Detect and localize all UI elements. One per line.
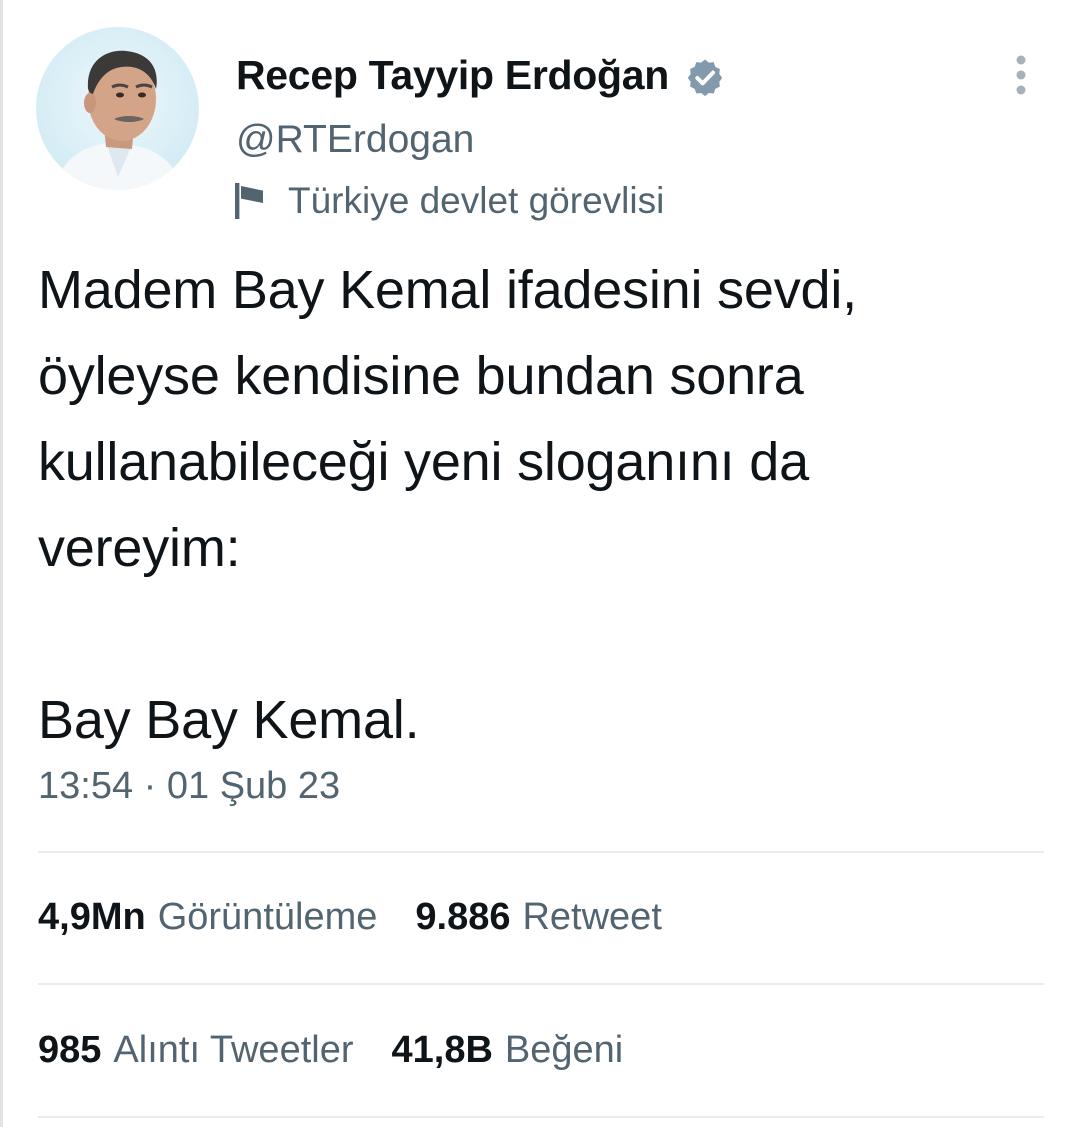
account-label-text: Türkiye devlet görevlisi bbox=[288, 180, 665, 221]
display-name-text: Recep Tayyip Erdoğan bbox=[236, 52, 669, 98]
likes-label: Beğeni bbox=[504, 1029, 624, 1071]
divider bbox=[38, 851, 1044, 853]
divider bbox=[38, 983, 1044, 985]
retweets-stat[interactable]: 9.886 Retweet bbox=[415, 896, 662, 939]
quotes-label: Alıntı Tweetler bbox=[113, 1029, 354, 1071]
views-stat[interactable]: 4,9Mn Görüntüleme bbox=[38, 896, 377, 939]
retweets-label: Retweet bbox=[522, 896, 662, 938]
views-label: Görüntüleme bbox=[157, 896, 378, 938]
views-count: 4,9Mn bbox=[38, 896, 146, 938]
display-name[interactable]: Recep Tayyip Erdoğan bbox=[236, 52, 725, 99]
avatar[interactable] bbox=[36, 27, 199, 190]
tweet-text: Madem Bay Kemal ifadesini sevdi, öyleyse… bbox=[38, 260, 857, 750]
tweet-detail: Recep Tayyip Erdoğan @RTErdogan Türkiye … bbox=[0, 0, 1080, 1127]
account-label[interactable]: Türkiye devlet görevlisi bbox=[232, 180, 664, 222]
quotes-count: 985 bbox=[38, 1029, 102, 1071]
flag-icon bbox=[235, 183, 263, 219]
left-border bbox=[0, 0, 3, 1127]
more-vertical-icon[interactable] bbox=[1004, 52, 1038, 98]
verified-badge-icon bbox=[687, 59, 723, 96]
stats-row-1: 4,9Mn Görüntüleme 9.886 Retweet bbox=[38, 896, 700, 939]
stats-row-2: 985 Alıntı Tweetler 41,8B Beğeni bbox=[38, 1029, 661, 1072]
divider bbox=[38, 1116, 1044, 1118]
tweet-timestamp[interactable]: 13:54 · 01 Şub 23 bbox=[38, 765, 340, 808]
retweets-count: 9.886 bbox=[415, 896, 511, 938]
handle[interactable]: @RTErdogan bbox=[236, 118, 474, 162]
likes-count: 41,8B bbox=[391, 1029, 493, 1071]
quotes-stat[interactable]: 985 Alıntı Tweetler bbox=[38, 1029, 354, 1072]
avatar-image bbox=[56, 50, 182, 190]
likes-stat[interactable]: 41,8B Beğeni bbox=[392, 1029, 624, 1072]
